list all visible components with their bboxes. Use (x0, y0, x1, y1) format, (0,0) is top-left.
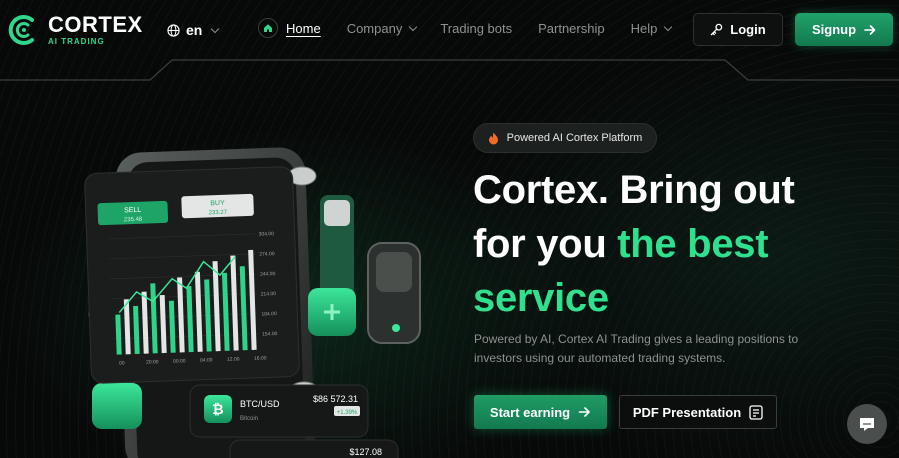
hero-title-line-1: Cortex. Bring out (473, 168, 795, 212)
sell-label: SELL (124, 207, 141, 215)
y-tick-label: 214.00 (261, 291, 277, 298)
hero-description: Powered by AI, Cortex AI Trading gives a… (474, 332, 799, 365)
signup-button[interactable]: Signup (795, 13, 893, 46)
badge-label: Powered AI Cortex Platform (506, 132, 643, 144)
ticker-price: $86 572.31 (313, 394, 358, 404)
arrow-right-icon (864, 24, 876, 35)
language-selector[interactable]: en (167, 22, 220, 38)
ticker2-price: $127.08 (349, 447, 382, 457)
platform-badge: Powered AI Cortex Platform (473, 123, 657, 153)
chat-widget-button[interactable] (847, 404, 887, 444)
globe-icon (167, 23, 180, 37)
x-tick-label: 00 (119, 360, 125, 366)
x-tick-label: 20:00 (146, 359, 159, 365)
hero-title-line-2: for you the best (473, 217, 795, 271)
buy-label: BUY (210, 200, 225, 208)
hero-title-accent: the best (617, 222, 769, 266)
y-tick-label: 274.00 (259, 251, 275, 258)
start-earning-label: Start earning (489, 404, 571, 420)
nav-company-label: Company (346, 20, 403, 36)
x-tick-label: 16:00 (254, 355, 267, 361)
green-cube-graphic (92, 383, 142, 429)
nav-company[interactable]: Company (346, 20, 418, 36)
hero-title-plain: for you (473, 222, 618, 266)
nav-home[interactable]: Home (258, 18, 321, 38)
y-tick-label: 154.00 (262, 331, 278, 338)
x-tick-label: 04:00 (200, 357, 213, 363)
x-tick-label: 00:00 (173, 358, 186, 364)
cortex-logo-icon (8, 15, 34, 45)
chevron-down-icon (664, 22, 673, 31)
chevron-down-icon (211, 24, 220, 33)
login-button[interactable]: Login (693, 13, 783, 46)
document-icon (749, 404, 763, 420)
nav-partnership[interactable]: Partnership (538, 21, 604, 36)
language-label: en (186, 22, 203, 38)
ticker-name: Bitcoin (240, 416, 258, 422)
ticker-change: +1.39% (337, 410, 358, 416)
site-header: CORTEX AI TRADING en Home Company Tradin… (0, 0, 899, 60)
hero-title-line-3: service (473, 276, 609, 320)
buy-value: 233.27 (209, 210, 228, 217)
ticker-pair: BTC/USD (240, 399, 280, 409)
fire-icon (488, 132, 498, 144)
nav-home-label: Home (286, 20, 321, 36)
brand-name: CORTEX (48, 12, 143, 37)
hero-illustration: SELL 235.48 BUY 233.27 304.00 274.00 244.0… (84, 147, 421, 458)
nav-partnership-label: Partnership (538, 20, 605, 36)
nav-help-label: Help (630, 20, 658, 36)
nav-trading-bots[interactable]: Trading bots (440, 21, 512, 36)
arrow-right-icon (578, 407, 590, 417)
brand-tagline: AI TRADING (48, 37, 105, 46)
y-tick-label: 304.00 (259, 231, 275, 238)
nav-help[interactable]: Help (630, 20, 673, 36)
key-icon (711, 23, 723, 36)
y-tick-label: 244.00 (260, 271, 276, 278)
brand-logo[interactable]: CORTEX AI TRADING (6, 12, 143, 48)
pdf-presentation-label: PDF Presentation (632, 404, 742, 420)
main-nav: Home Company Trading bots Partnership He… (258, 18, 673, 38)
bitcoin-icon: ₿ (212, 401, 223, 417)
chevron-down-icon (409, 22, 418, 31)
hero-title: Cortex. Bring out for you the best servi… (473, 163, 795, 325)
login-label: Login (730, 22, 766, 37)
sell-value: 235.48 (124, 217, 143, 224)
chat-icon (860, 418, 874, 431)
signup-label: Signup (811, 22, 857, 37)
header-divider (0, 59, 899, 81)
x-tick-label: 12:00 (227, 356, 240, 362)
y-tick-label: 184.00 (261, 311, 277, 318)
home-icon (258, 18, 278, 38)
nav-trading-bots-label: Trading bots (440, 20, 513, 36)
start-earning-button[interactable]: Start earning (474, 395, 607, 429)
pdf-presentation-button[interactable]: PDF Presentation (619, 395, 777, 429)
